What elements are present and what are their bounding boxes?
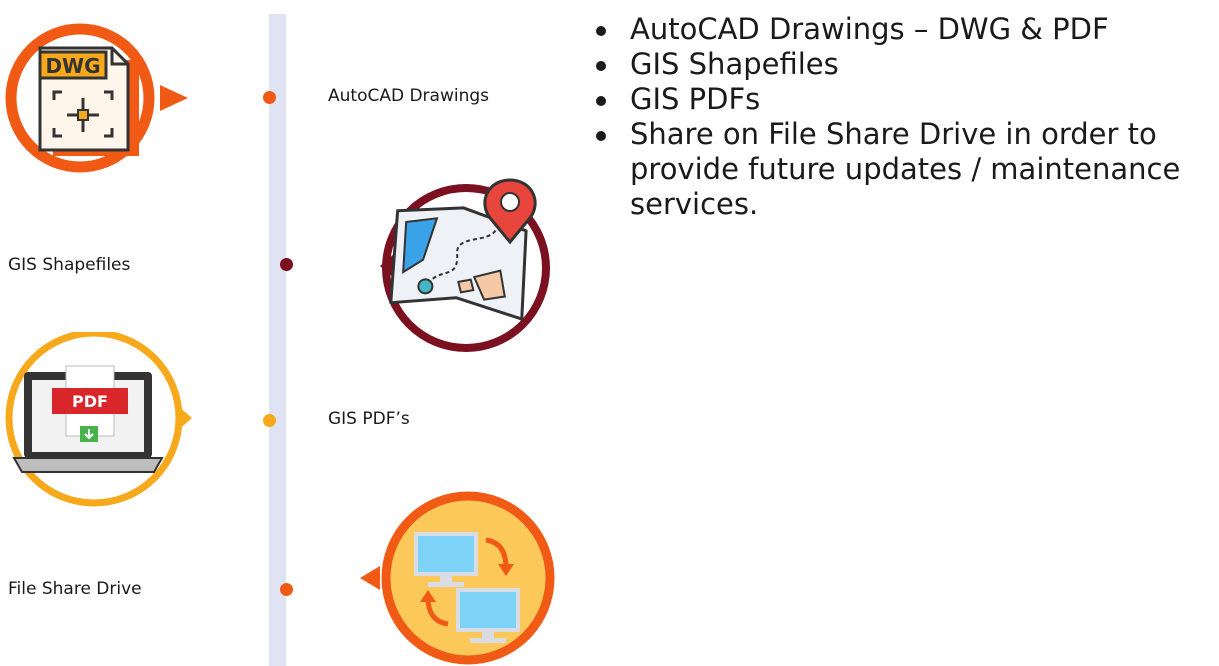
svg-text:PDF: PDF (72, 392, 108, 411)
computer-sync-icon (360, 491, 555, 665)
timeline-label-shapefiles: GIS Shapefiles (8, 255, 131, 275)
timeline-bar (269, 14, 286, 666)
bullet-item: GIS Shapefiles (596, 47, 1211, 82)
bullet-item: GIS PDFs (596, 82, 1211, 117)
timeline-dot-shapefiles (280, 258, 293, 271)
laptop-pdf-icon: PDF (5, 332, 192, 507)
summary-bullet-list: AutoCAD Drawings – DWG & PDF GIS Shapefi… (596, 12, 1211, 222)
bullet-item: Share on File Share Drive in order to pr… (596, 117, 1211, 222)
timeline-dot-autocad (263, 91, 276, 104)
bullet-item: AutoCAD Drawings – DWG & PDF (596, 12, 1211, 47)
timeline-label-autocad: AutoCAD Drawings (328, 86, 490, 106)
timeline-label-fileshare: File Share Drive (8, 579, 142, 599)
map-pin-icon (380, 178, 550, 352)
svg-text:DWG: DWG (45, 54, 100, 78)
timeline-label-pdf: GIS PDF’s (328, 409, 410, 429)
dwg-file-icon: DWG (5, 23, 188, 173)
timeline-dot-fileshare (280, 583, 293, 596)
timeline-dot-pdf (263, 414, 276, 427)
